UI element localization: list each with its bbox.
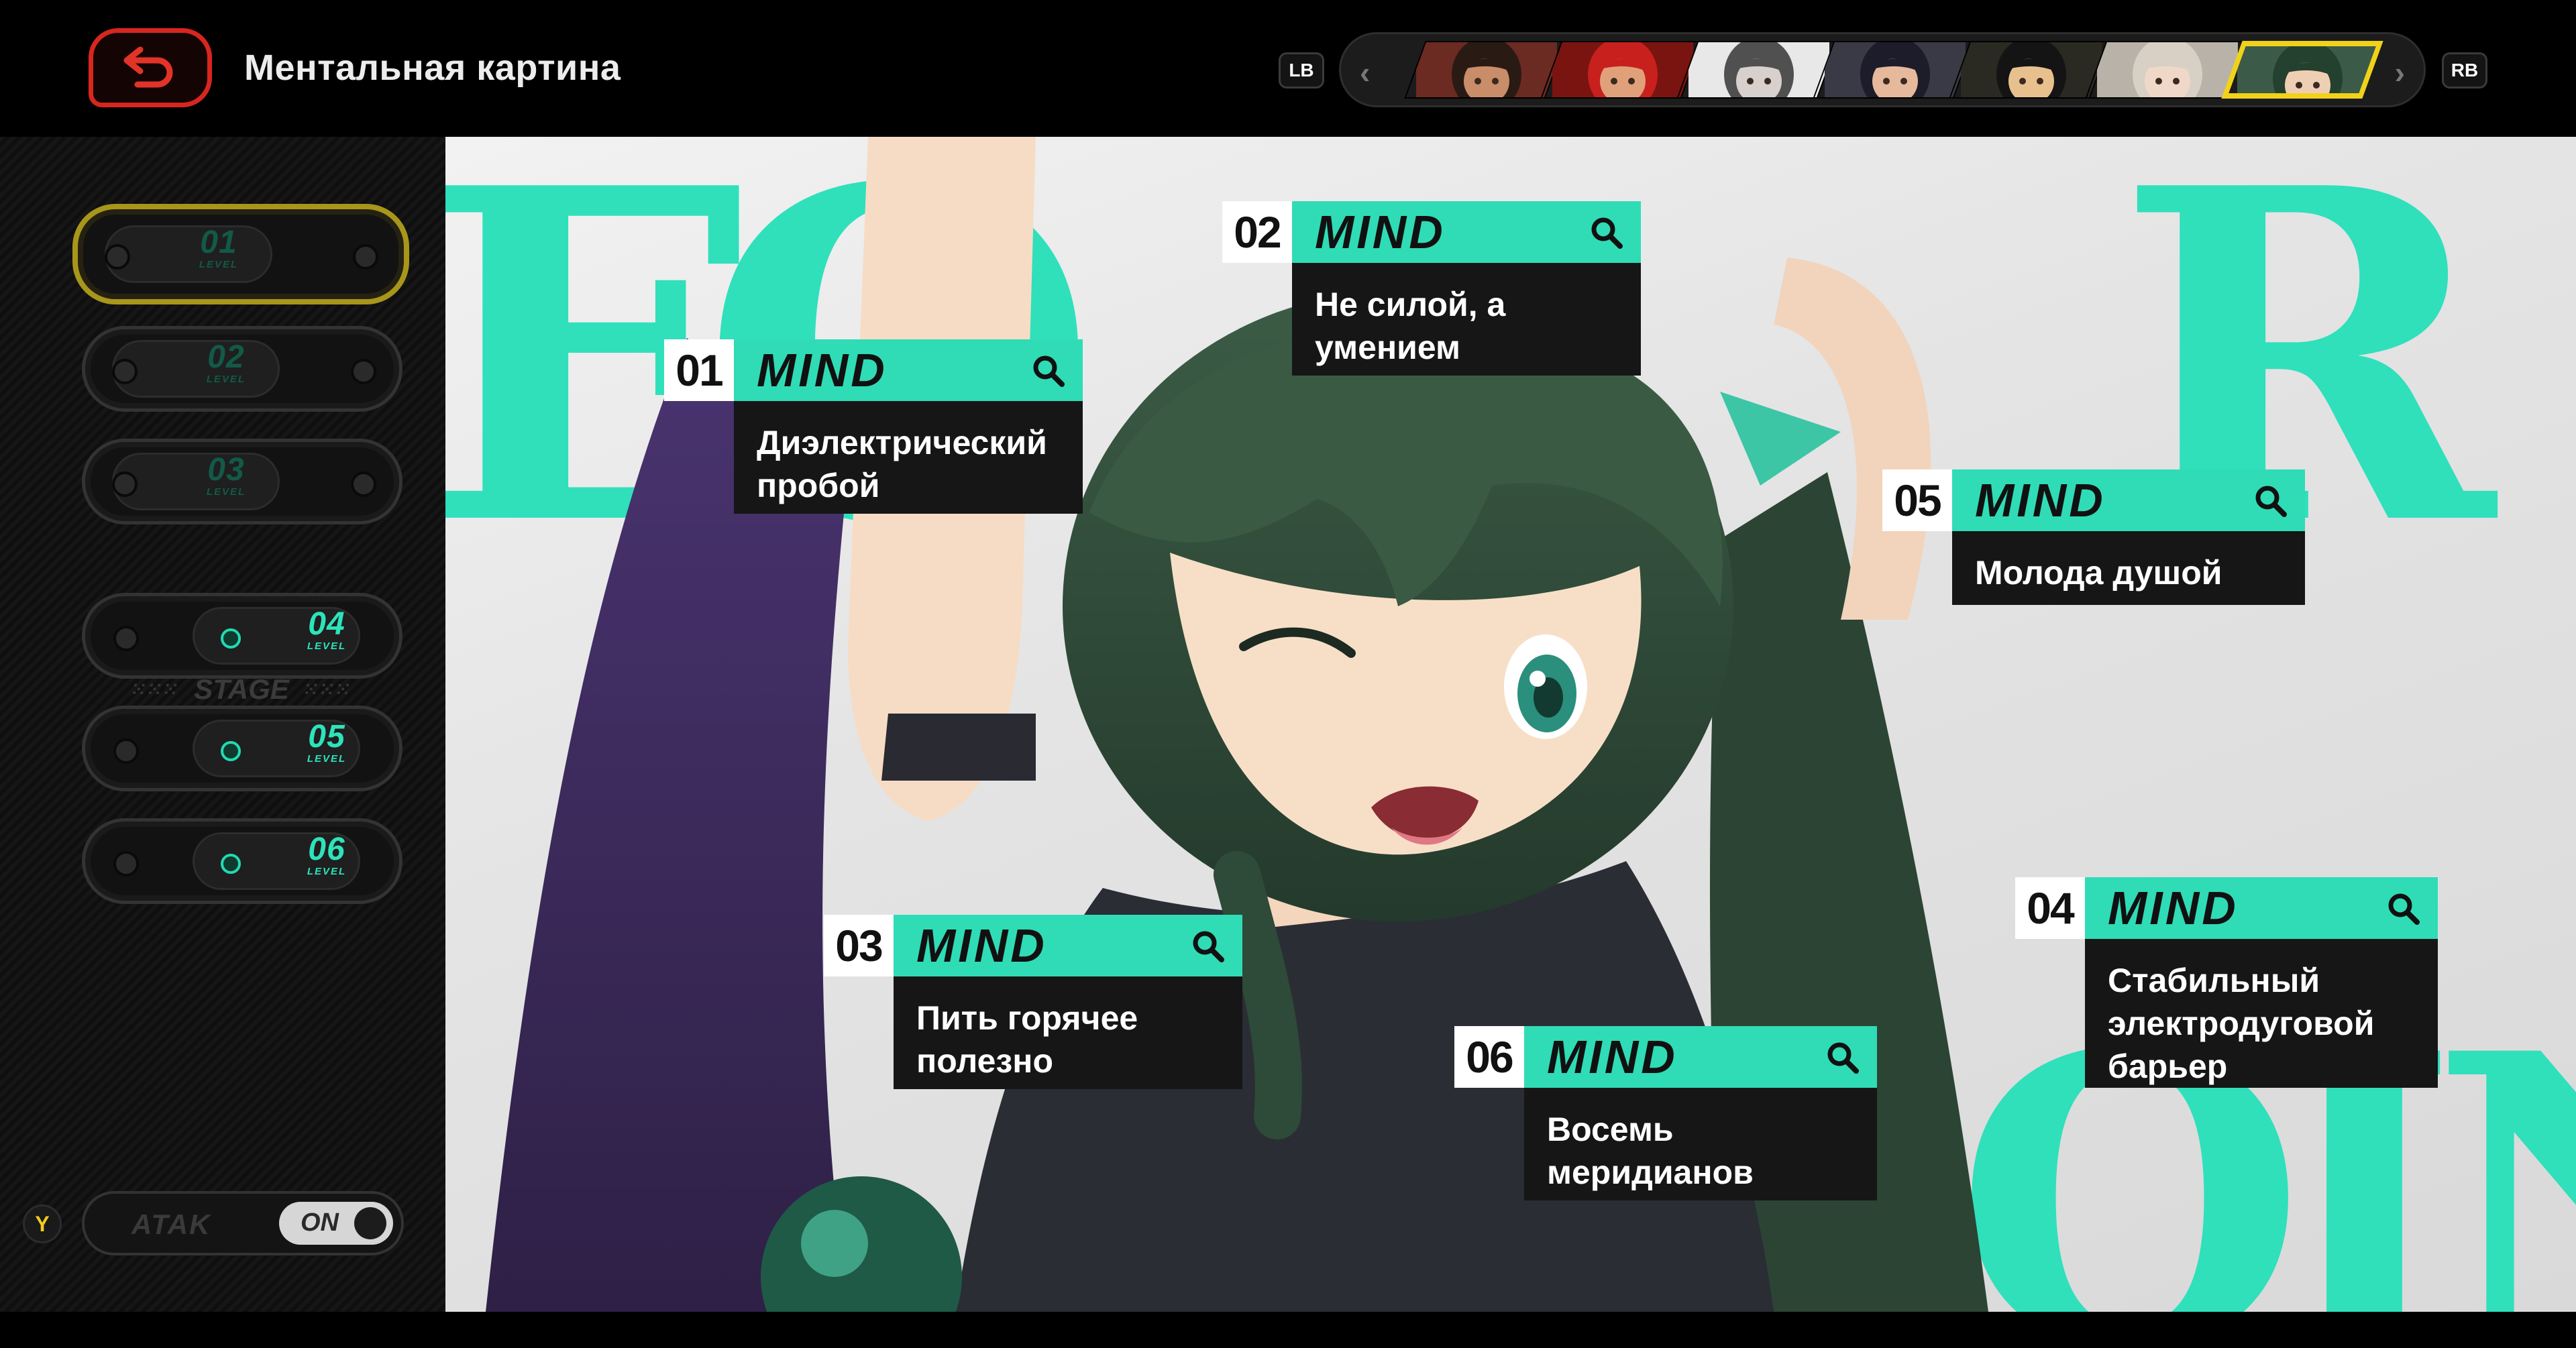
level-number: 03 — [207, 452, 245, 488]
mind-label: MIND — [1315, 206, 1446, 258]
toggle-label: ATAK — [131, 1209, 211, 1240]
mind-number: 02 — [1222, 201, 1292, 263]
level-02-button[interactable]: 02 LEVEL — [82, 326, 402, 412]
top-bar: Ментальная картина LB ‹ › RB — [0, 0, 2576, 137]
level-number: 06 — [308, 832, 345, 867]
mind-number: 01 — [664, 339, 734, 401]
level-dot — [221, 741, 241, 761]
mind-title: Пить горячее полезно — [894, 976, 1242, 1089]
level-dot — [113, 626, 139, 651]
mind-number: 06 — [1454, 1026, 1524, 1088]
search-icon[interactable] — [1032, 354, 1065, 388]
back-button[interactable] — [89, 28, 212, 107]
mind-header: MIND — [2085, 877, 2438, 939]
avatar — [1552, 41, 1693, 99]
mind-header: MIND — [1524, 1026, 1877, 1088]
avatar — [1688, 41, 1829, 99]
mind-title: Стабильный электродуговой барьер — [2085, 939, 2438, 1088]
level-dot — [113, 738, 139, 764]
rb-button[interactable]: RB — [2442, 52, 2487, 89]
lb-button[interactable]: LB — [1279, 52, 1324, 89]
mind-header: MIND — [734, 339, 1083, 401]
toggle-knob — [354, 1207, 386, 1239]
bottom-bar — [0, 1312, 2576, 1348]
level-dot — [351, 471, 376, 497]
level-sublabel: LEVEL — [199, 259, 239, 270]
level-sublabel: LEVEL — [307, 866, 347, 877]
avatar — [2097, 41, 2238, 99]
level-number: 04 — [308, 606, 345, 642]
mind-title: Не силой, а умением — [1292, 263, 1641, 376]
level-dot — [353, 244, 378, 270]
mind-title: Диэлектрический пробой — [734, 401, 1083, 514]
level-01-button[interactable]: 01 LEVEL — [72, 204, 409, 304]
mind-label: MIND — [1547, 1031, 1678, 1083]
mind-number: 03 — [824, 915, 894, 976]
mind-number: 05 — [1882, 469, 1952, 531]
level-sublabel: LEVEL — [307, 640, 347, 652]
mind-title: Восемь меридианов — [1524, 1088, 1877, 1200]
search-icon[interactable] — [2254, 484, 2288, 518]
character-portrait[interactable] — [2085, 41, 2247, 99]
level-dot — [112, 471, 138, 497]
character-portrait[interactable] — [1813, 41, 1975, 99]
character-portrait[interactable] — [1949, 41, 2111, 99]
character-portrait[interactable] — [1404, 41, 1566, 99]
stage-label: STAGE — [194, 673, 289, 705]
mind-label: MIND — [2108, 882, 2239, 934]
dots-decoration: ⁙⁙⁙ — [131, 679, 180, 699]
level-dot — [351, 359, 376, 384]
character-portrait[interactable] — [1676, 41, 1839, 99]
avatar — [1416, 41, 1557, 99]
level-04-button[interactable]: 04 LEVEL — [82, 593, 402, 679]
level-number: 02 — [207, 339, 245, 375]
level-dot — [221, 628, 241, 649]
toggle-switch[interactable]: ON — [279, 1202, 393, 1245]
avatar — [2237, 41, 2378, 99]
mind-header: MIND — [1292, 201, 1641, 263]
level-sidebar: 01 LEVEL 02 LEVEL 03 LEVEL 04 LEVEL 05 LEVEL 06 LEV… — [0, 137, 445, 1312]
level-dot — [105, 244, 130, 270]
level-dot — [113, 851, 139, 877]
mind-header: MIND — [1952, 469, 2305, 531]
dots-decoration: ⁙⁙⁙ — [303, 679, 352, 699]
avatar — [1825, 41, 1966, 99]
chevron-right-icon[interactable]: › — [2395, 54, 2405, 91]
avatar — [1961, 41, 2102, 99]
back-arrow-icon — [123, 46, 173, 88]
mind-label: MIND — [916, 919, 1047, 972]
level-dot — [112, 359, 138, 384]
y-button[interactable]: Y — [23, 1204, 62, 1243]
mind-number: 04 — [2015, 877, 2085, 939]
toggle-state: ON — [301, 1209, 339, 1237]
character-selector: ‹ › — [1339, 32, 2426, 107]
attack-toggle[interactable]: ATAK ON — [82, 1191, 404, 1255]
level-sublabel: LEVEL — [206, 374, 246, 385]
level-06-button[interactable]: 06 LEVEL — [82, 818, 402, 904]
portrait-list — [1401, 41, 2383, 99]
level-number: 05 — [308, 719, 345, 754]
level-03-button[interactable]: 03 LEVEL — [82, 439, 402, 524]
search-icon[interactable] — [1590, 216, 1623, 249]
mind-label: MIND — [1975, 474, 2106, 526]
character-portrait-selected[interactable] — [2221, 41, 2383, 99]
character-artwork: E Q R Q I N — [445, 137, 2576, 1312]
mind-header: MIND — [894, 915, 1242, 976]
level-number: 01 — [200, 225, 237, 260]
level-dot — [221, 854, 241, 874]
character-portrait[interactable] — [1540, 41, 1703, 99]
page-title: Ментальная картина — [244, 48, 621, 88]
level-05-button[interactable]: 05 LEVEL — [82, 706, 402, 791]
chevron-left-icon[interactable]: ‹ — [1360, 54, 1370, 91]
mind-label: MIND — [757, 344, 888, 396]
search-icon[interactable] — [1191, 930, 1225, 963]
level-sublabel: LEVEL — [307, 753, 347, 765]
level-sublabel: LEVEL — [206, 486, 246, 498]
search-icon[interactable] — [2387, 892, 2420, 925]
stage-separator: ⁙⁙⁙ STAGE ⁙⁙⁙ — [114, 673, 369, 705]
mind-title: Молода душой — [1952, 531, 2305, 605]
search-icon[interactable] — [1826, 1041, 1860, 1074]
